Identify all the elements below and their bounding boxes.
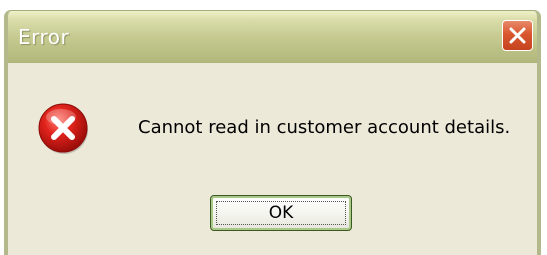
error-icon bbox=[38, 103, 88, 154]
ok-button[interactable]: OK bbox=[210, 195, 352, 231]
close-button[interactable] bbox=[502, 20, 533, 51]
title-bar[interactable]: Error bbox=[8, 11, 537, 63]
error-dialog: Error Cannot read in customer account de… bbox=[4, 10, 541, 255]
error-message: Cannot read in customer account details. bbox=[138, 117, 511, 138]
ok-button-label: OK bbox=[268, 203, 294, 223]
close-icon bbox=[509, 27, 526, 44]
dialog-title: Error bbox=[18, 25, 70, 49]
